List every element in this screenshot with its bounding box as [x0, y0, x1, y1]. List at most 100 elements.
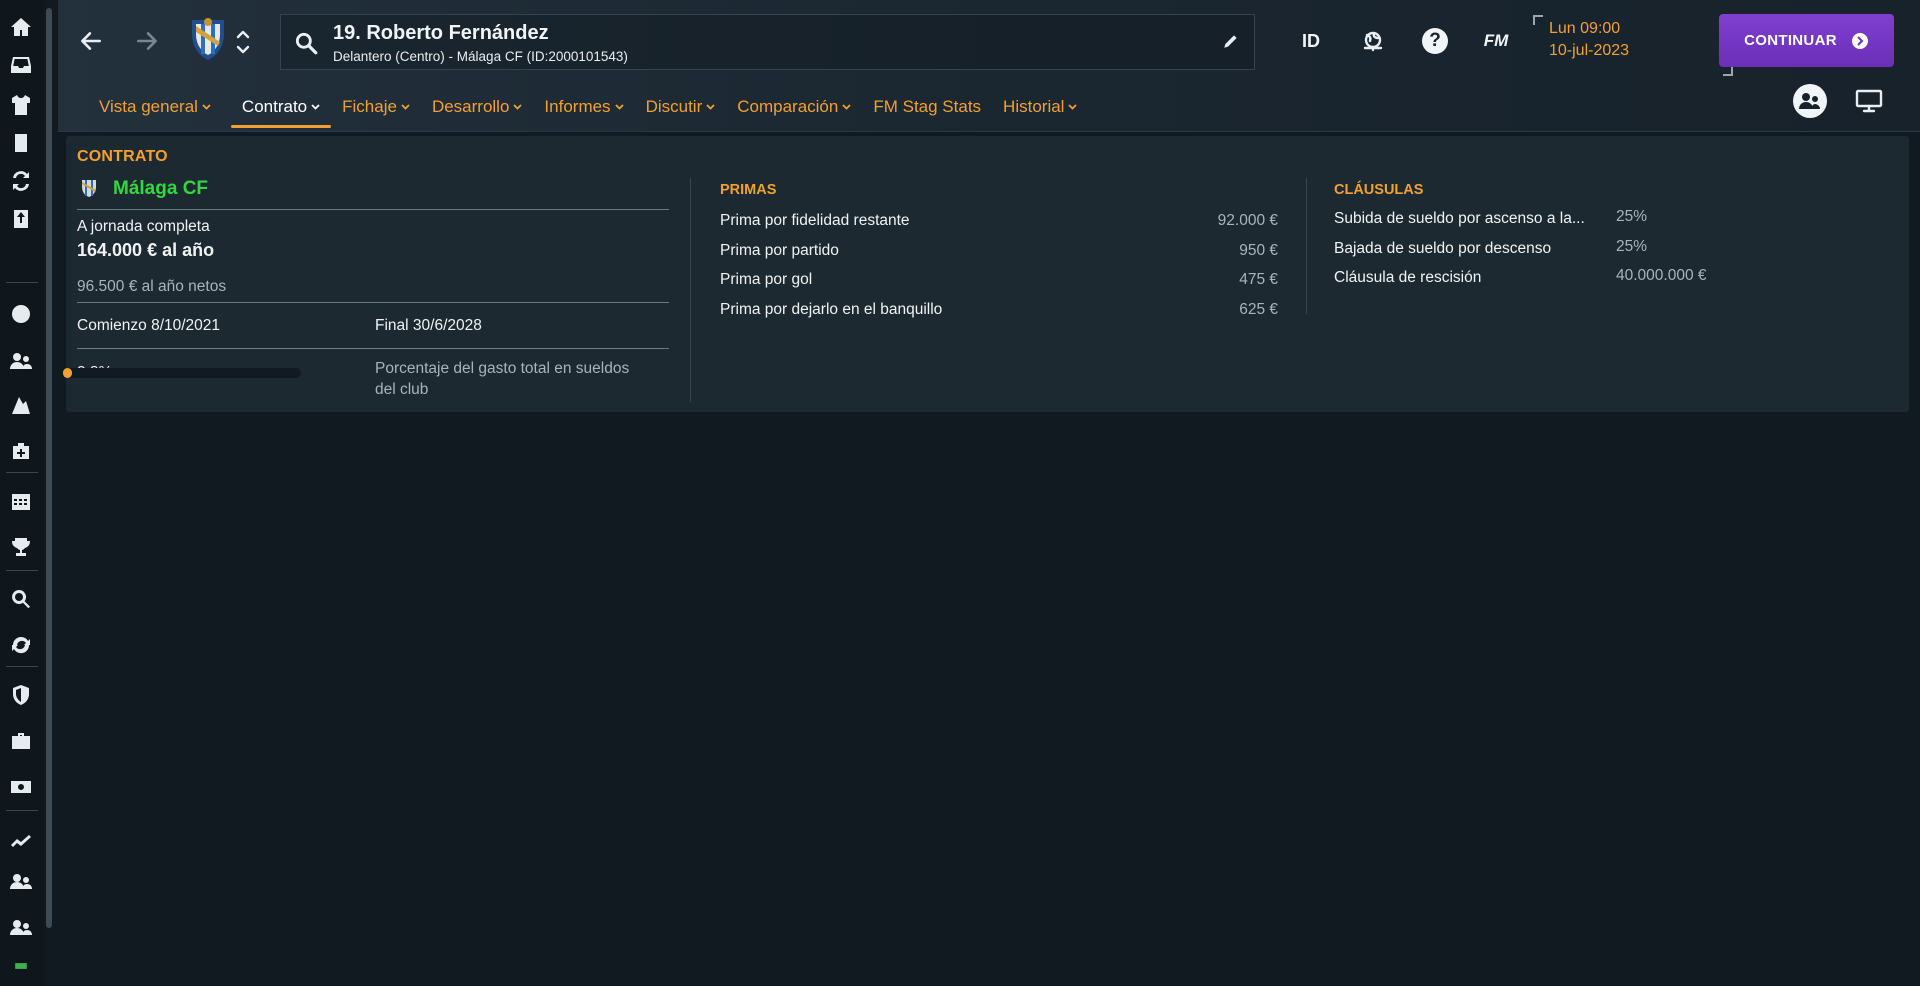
tab-label: Contrato	[241, 97, 308, 116]
tab-label: Comparación	[737, 97, 839, 116]
player-nav-updown[interactable]	[234, 24, 252, 60]
contract-end: Final 30/6/2028	[375, 317, 482, 334]
tab-bar: Vista general Contrato Fichaje Desarrollo In…	[88, 92, 1088, 128]
clause-value: 40.000.000 €	[1616, 267, 1707, 284]
scouting-icon[interactable]	[6, 390, 36, 420]
staff-icon[interactable]	[6, 346, 36, 376]
clause-label: Subida de sueldo por ascenso a la...	[1334, 210, 1585, 227]
tab-label: Informes	[544, 97, 611, 116]
wage-percent-description-1: Porcentaje del gasto total en sueldos	[375, 360, 630, 377]
currency-icon[interactable]	[6, 950, 36, 982]
clauses-title: CLÁUSULAS	[1334, 182, 1424, 198]
globe-icon	[1363, 31, 1383, 52]
club-small-crest-icon	[82, 180, 96, 197]
tab-comparación[interactable]: Comparación	[726, 92, 862, 122]
tab-label: Historial	[1003, 97, 1065, 116]
tab-contrato[interactable]: Contrato	[230, 92, 332, 128]
player-subtitle: Delantero (Centro) - Málaga CF (ID:20001…	[333, 49, 628, 64]
edit-button[interactable]	[1218, 28, 1244, 54]
contract-type: A jornada completa	[77, 218, 210, 235]
inbox-icon[interactable]	[6, 50, 36, 80]
tab-fichaje[interactable]: Fichaje	[331, 92, 421, 122]
refresh-icon[interactable]	[6, 630, 36, 660]
search-icon	[295, 32, 318, 55]
bonus-value: 625 €	[1239, 300, 1278, 318]
chevron-down-icon	[1068, 104, 1078, 110]
home-icon[interactable]	[6, 12, 36, 42]
club-crest-icon[interactable]	[186, 16, 230, 62]
briefcase-icon[interactable]	[6, 726, 36, 756]
screen-view-button[interactable]	[1853, 86, 1885, 116]
bonus-label: Prima por gol	[720, 271, 813, 288]
monitor-icon	[1855, 89, 1883, 113]
arrow-circle-right-icon	[1851, 32, 1868, 49]
wage-percent-bar-fill	[63, 368, 73, 378]
wage-percent-description-2: del club	[375, 381, 429, 398]
tab-historial[interactable]: Historial	[992, 92, 1088, 122]
chart-icon[interactable]	[6, 824, 36, 854]
search-icon[interactable]	[6, 584, 36, 614]
tab-desarrollo[interactable]: Desarrollo	[421, 92, 533, 122]
fm-button[interactable]: FM	[1478, 26, 1514, 56]
back-button[interactable]	[76, 26, 106, 56]
bonus-value: 92.000 €	[1217, 212, 1278, 229]
training-icon[interactable]	[6, 204, 36, 234]
tab-label: Discutir	[645, 97, 703, 116]
tab-vista-general[interactable]: Vista general	[88, 92, 222, 122]
transfers-icon[interactable]	[6, 166, 36, 196]
id-button[interactable]: ID	[1294, 26, 1328, 56]
club-shield-icon[interactable]	[6, 680, 36, 710]
player-view-button[interactable]	[1793, 84, 1827, 118]
continue-label: CONTINUAR	[1744, 32, 1837, 49]
tab-discutir[interactable]: Discutir	[635, 92, 727, 122]
player-title: 19. Roberto Fernández	[333, 22, 549, 44]
chevron-down-icon	[202, 104, 211, 110]
tab-label: Fichaje	[342, 97, 397, 116]
tactics-icon[interactable]	[6, 128, 36, 158]
u19-icon[interactable]	[6, 868, 36, 898]
reserve-icon[interactable]	[6, 914, 36, 944]
salary-value: 164.000 € al año	[77, 240, 215, 260]
contract-start: Comienzo 8/10/2021	[77, 317, 221, 334]
date-date: 10-jul-2023	[1549, 42, 1630, 59]
tab-label: Desarrollo	[431, 97, 510, 116]
tab-label: FM Stag Stats	[873, 97, 982, 116]
clause-label: Cláusula de rescisión	[1334, 269, 1482, 286]
bonus-label: Prima por partido	[720, 241, 839, 259]
bonus-value: 475 €	[1239, 271, 1278, 288]
date-day: Lun 09:00	[1549, 20, 1621, 37]
world-button[interactable]	[1358, 26, 1388, 56]
squad-icon[interactable]	[6, 90, 36, 120]
clause-value: 25%	[1616, 237, 1648, 255]
player-search-box[interactable]: 19. Roberto Fernández Delantero (Centro)…	[280, 14, 1255, 70]
arrow-left-icon	[81, 32, 101, 50]
wage-percent-bar	[63, 368, 301, 378]
bonuses-title: PRIMAS	[720, 182, 777, 198]
help-icon: ?	[1422, 28, 1448, 54]
tab-informes[interactable]: Informes	[533, 92, 634, 122]
game-date[interactable]: Lun 09:00 10-jul-2023	[1533, 15, 1733, 76]
people-icon	[1793, 84, 1827, 118]
finances-icon[interactable]	[6, 772, 36, 802]
calendar-icon[interactable]	[6, 486, 36, 516]
medical-icon[interactable]	[6, 436, 36, 466]
tab-fm-stag-stats[interactable]: FM Stag Stats	[862, 92, 992, 122]
header: 19. Roberto Fernández Delantero (Centro)…	[58, 0, 1920, 132]
ball-icon[interactable]	[6, 299, 36, 329]
chevron-down-icon	[236, 45, 250, 54]
sidebar-scrollbar[interactable]	[46, 8, 52, 928]
chevron-down-icon	[614, 104, 624, 110]
fm-label: FM	[1483, 31, 1509, 50]
bonus-value: 950 €	[1239, 241, 1278, 259]
chevron-down-icon	[842, 104, 851, 110]
clause-value: 25%	[1616, 208, 1648, 225]
help-button[interactable]: ?	[1420, 26, 1450, 56]
club-name-link[interactable]: Málaga CF	[113, 178, 208, 200]
forward-button[interactable]	[132, 26, 162, 56]
continue-button[interactable]: CONTINUAR	[1719, 14, 1894, 67]
bonus-label: Prima por dejarlo en el banquillo	[720, 300, 943, 318]
chevron-down-icon	[311, 104, 320, 110]
trophy-icon[interactable]	[6, 532, 36, 562]
chevron-down-icon	[401, 104, 410, 110]
arrow-right-icon	[137, 32, 157, 50]
